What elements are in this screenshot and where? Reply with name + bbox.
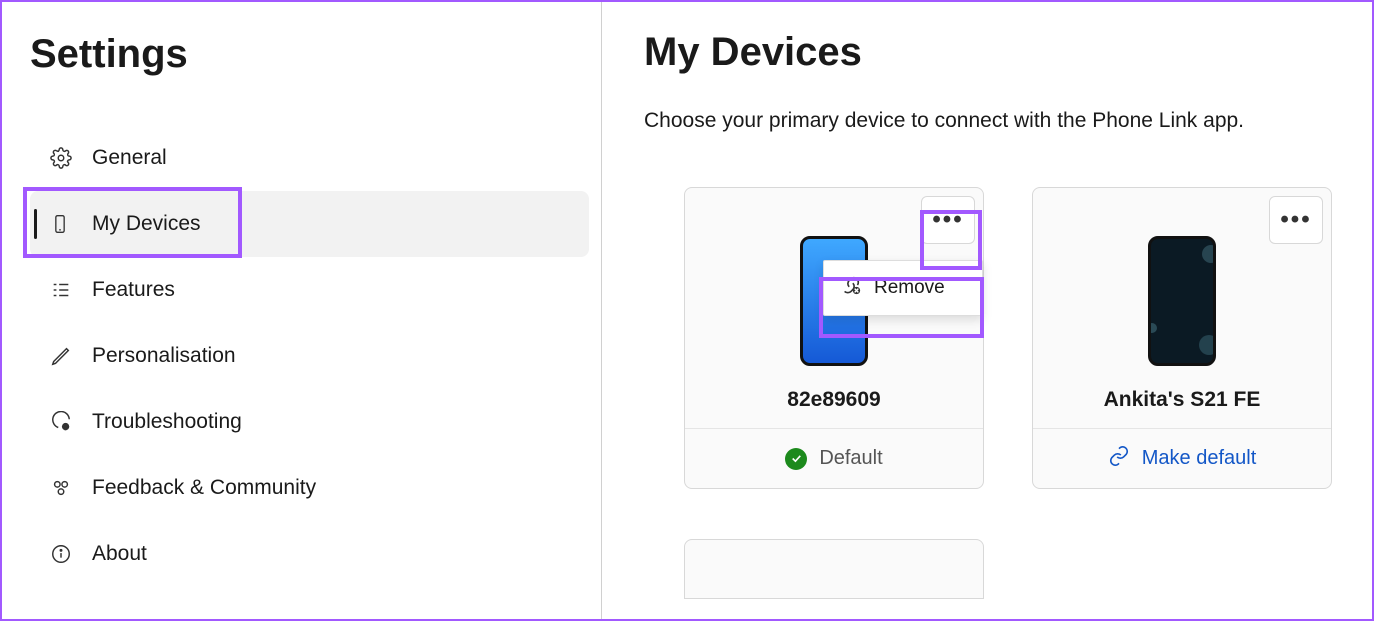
features-icon — [50, 279, 92, 301]
sidebar-item-label: General — [92, 146, 167, 170]
remove-label: Remove — [874, 277, 945, 299]
sidebar-item-about[interactable]: About — [30, 521, 589, 587]
default-label: Default — [819, 447, 882, 470]
sidebar-nav: General My Devices Features Personalisat… — [30, 125, 589, 587]
check-circle-icon — [785, 448, 807, 470]
svg-text:?: ? — [64, 425, 67, 431]
devices-row: ••• 82e89609 Remove — [644, 187, 1338, 489]
unlink-icon — [840, 274, 862, 302]
settings-sidebar: Settings General My Devices Features — [2, 2, 602, 619]
sidebar-item-general[interactable]: General — [30, 125, 589, 191]
make-default-button[interactable]: Make default — [1033, 428, 1331, 488]
page-subtitle: Choose your primary device to connect wi… — [644, 109, 1338, 133]
sidebar-item-label: Feedback & Community — [92, 476, 316, 500]
sidebar-item-label: Troubleshooting — [92, 410, 242, 434]
sidebar-item-features[interactable]: Features — [30, 257, 589, 323]
sidebar-title: Settings — [30, 32, 589, 77]
link-icon — [1108, 445, 1130, 473]
device-more-button[interactable]: ••• — [921, 196, 975, 244]
phone-icon — [50, 213, 92, 235]
device-card[interactable]: ••• 82e89609 Remove — [684, 187, 984, 489]
gear-icon — [50, 147, 92, 169]
sidebar-item-label: My Devices — [92, 212, 201, 236]
sidebar-item-troubleshooting[interactable]: ? Troubleshooting — [30, 389, 589, 455]
sidebar-item-label: Personalisation — [92, 344, 236, 368]
more-icon: ••• — [932, 206, 963, 234]
page-title: My Devices — [644, 30, 1338, 75]
sidebar-item-my-devices[interactable]: My Devices — [30, 191, 589, 257]
info-icon — [50, 543, 92, 565]
device-name: 82e89609 — [787, 388, 880, 412]
sidebar-item-label: About — [92, 542, 147, 566]
device-name: Ankita's S21 FE — [1104, 388, 1261, 412]
sidebar-item-label: Features — [92, 278, 175, 302]
remove-menu-item[interactable]: Remove — [823, 260, 983, 316]
pen-icon — [50, 345, 92, 367]
sidebar-item-personalisation[interactable]: Personalisation — [30, 323, 589, 389]
troubleshoot-icon: ? — [50, 411, 92, 433]
sidebar-item-feedback[interactable]: Feedback & Community — [30, 455, 589, 521]
community-icon — [50, 477, 92, 499]
main-panel: My Devices Choose your primary device to… — [602, 2, 1372, 619]
device-default-row: Default — [685, 428, 983, 488]
device-more-button[interactable]: ••• — [1269, 196, 1323, 244]
make-default-label: Make default — [1142, 447, 1257, 470]
device-preview-icon — [1148, 236, 1216, 366]
device-card-placeholder[interactable] — [684, 539, 984, 599]
device-card[interactable]: ••• Ankita's S21 FE Make default — [1032, 187, 1332, 489]
more-icon: ••• — [1280, 206, 1311, 234]
